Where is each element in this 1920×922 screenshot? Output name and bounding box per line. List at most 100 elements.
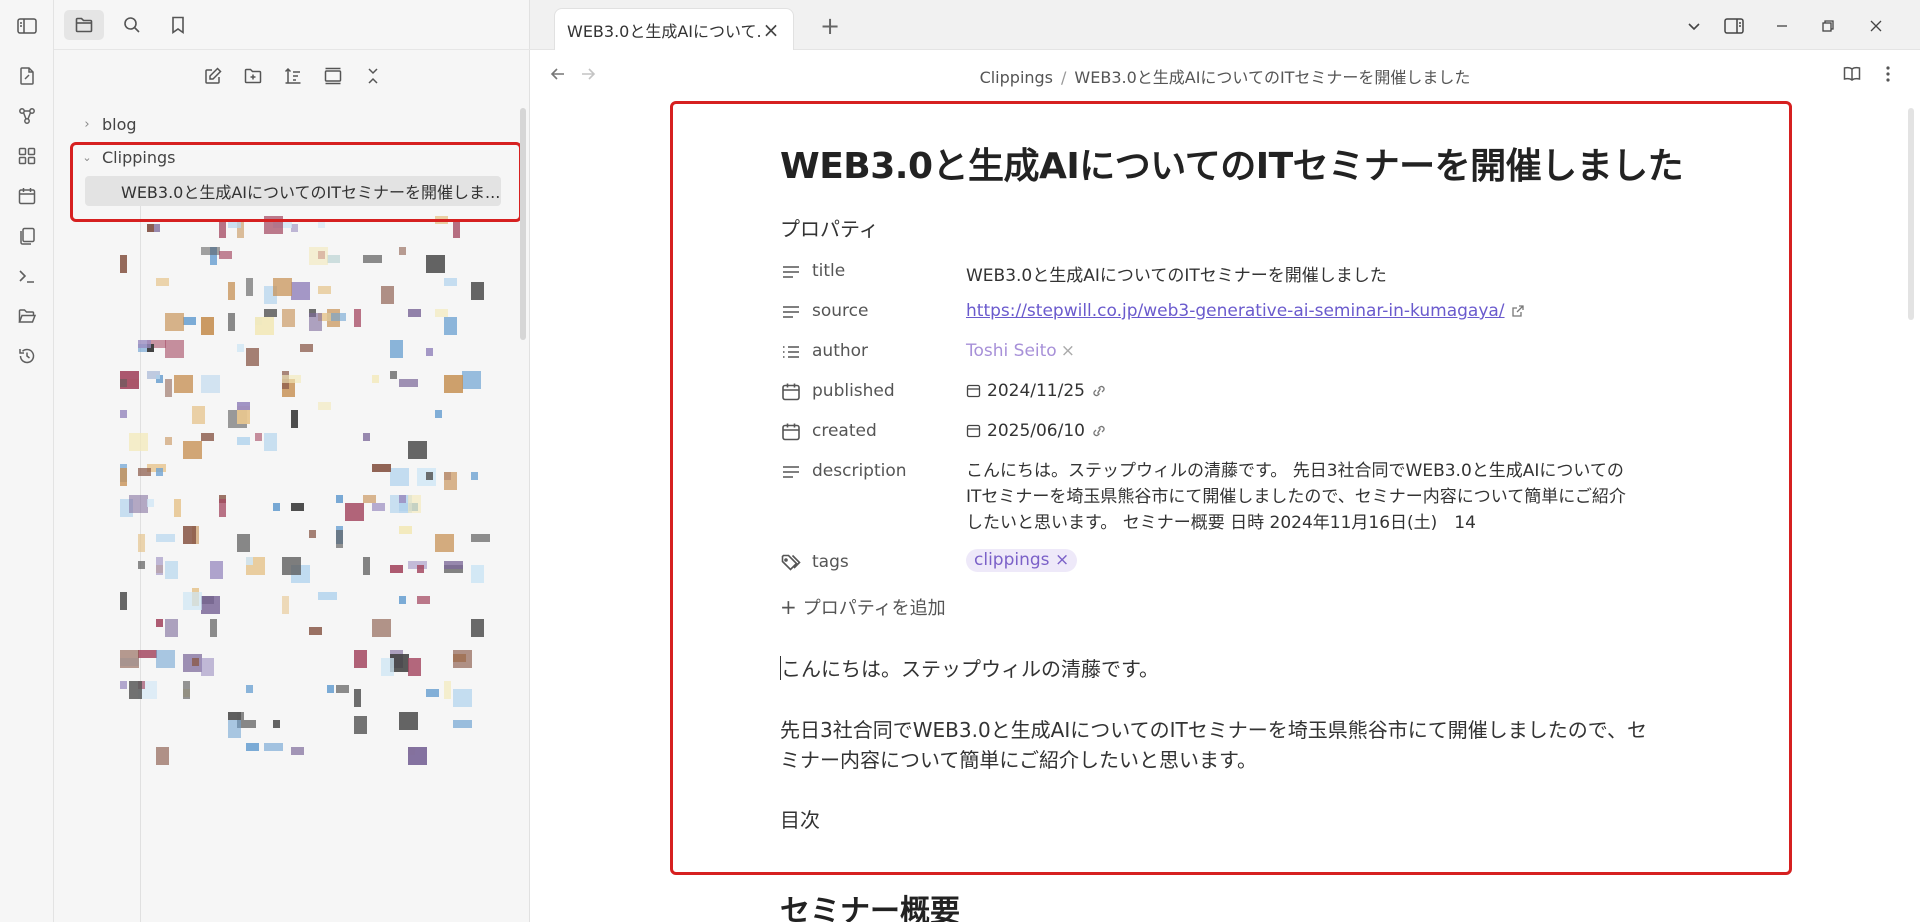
blur-pixel <box>462 371 481 389</box>
blur-pixel <box>237 344 244 352</box>
blur-pixel <box>408 495 421 513</box>
blur-pixel <box>390 340 403 358</box>
blur-pixel <box>120 681 127 689</box>
blur-pixel <box>435 534 454 552</box>
blur-pixel <box>156 650 175 668</box>
blur-pixel <box>444 375 463 393</box>
canvas-icon[interactable] <box>13 142 41 170</box>
blur-pixel <box>435 309 448 317</box>
blur-pixel <box>192 406 205 424</box>
blur-pixel <box>246 278 253 296</box>
blur-pixel <box>201 247 220 255</box>
daily-notes-icon[interactable] <box>13 182 41 210</box>
blur-pixel <box>399 596 406 604</box>
reading-view-icon[interactable] <box>1838 60 1866 88</box>
blur-pixel <box>138 340 151 348</box>
blur-pixel <box>219 220 226 238</box>
blur-pixel <box>246 557 253 565</box>
open-vault-icon[interactable] <box>13 302 41 330</box>
blur-pixel <box>435 410 442 418</box>
blur-pixel <box>408 747 427 765</box>
blur-pixel <box>120 592 127 610</box>
blur-pixel <box>471 534 490 542</box>
blur-pixel <box>264 309 277 317</box>
blur-pixel <box>381 286 394 304</box>
blur-pixel <box>282 309 295 327</box>
blur-pixel <box>273 278 292 296</box>
blur-pixel <box>246 685 253 693</box>
blur-pixel <box>327 685 334 693</box>
history-icon[interactable] <box>13 342 41 370</box>
breadcrumb-folder[interactable]: Clippings <box>980 68 1053 87</box>
blur-pixel <box>138 534 145 552</box>
blur-pixel <box>426 472 433 480</box>
section-heading[interactable]: セミナー概要 <box>780 886 960 922</box>
editor-scrollbar[interactable] <box>1908 108 1914 320</box>
blur-pixel <box>165 379 172 397</box>
new-tab-button[interactable]: + <box>816 12 844 40</box>
blur-pixel <box>147 224 154 232</box>
blur-pixel <box>174 499 181 517</box>
blur-pixel <box>291 747 304 755</box>
blur-pixel <box>453 650 472 668</box>
right-sidebar-toggle-icon[interactable] <box>1720 12 1748 40</box>
blur-pixel <box>399 247 406 255</box>
blurred-file-list <box>120 216 490 765</box>
tab-list-chevron-icon[interactable] <box>1680 12 1708 40</box>
blur-pixel <box>408 658 421 676</box>
blur-pixel <box>363 255 382 263</box>
blur-pixel <box>156 557 163 575</box>
tab-bar: WEB3.0と生成AIについて... × + <box>530 0 1920 50</box>
graph-view-icon[interactable] <box>13 102 41 130</box>
blur-pixel <box>120 468 127 486</box>
blur-pixel <box>237 402 250 410</box>
blur-pixel <box>246 743 259 751</box>
blur-pixel <box>336 495 343 503</box>
new-note-icon[interactable] <box>13 62 41 90</box>
blur-pixel <box>219 499 226 517</box>
blur-pixel <box>354 650 367 668</box>
blur-pixel <box>228 313 235 331</box>
tab-close-icon[interactable]: × <box>761 18 781 42</box>
templates-icon[interactable] <box>13 222 41 250</box>
blur-pixel <box>147 499 154 507</box>
sidebar-toggle-icon[interactable] <box>13 12 41 40</box>
blur-pixel <box>363 433 370 441</box>
blur-pixel <box>129 681 142 699</box>
blur-pixel <box>471 472 478 480</box>
highlight-box-sidebar <box>70 142 522 222</box>
blur-pixel <box>417 565 424 573</box>
breadcrumb-file[interactable]: WEB3.0と生成AIについてのITセミナーを開催しました <box>1074 68 1470 87</box>
blur-pixel <box>138 650 157 658</box>
command-palette-icon[interactable] <box>13 262 41 290</box>
tab-active-note[interactable]: WEB3.0と生成AIについて... × <box>554 8 794 50</box>
blur-pixel <box>453 220 460 238</box>
blur-pixel <box>309 313 322 331</box>
blur-pixel <box>156 534 175 542</box>
highlight-box-main <box>670 101 1792 875</box>
blur-pixel <box>390 371 397 379</box>
close-window-icon[interactable] <box>1862 12 1890 40</box>
restore-icon[interactable] <box>1814 12 1842 40</box>
blur-pixel <box>453 689 472 707</box>
blur-pixel <box>246 348 259 366</box>
blur-pixel <box>156 747 169 765</box>
blur-pixel <box>183 592 202 610</box>
blur-pixel <box>273 503 280 511</box>
blur-pixel <box>444 561 463 569</box>
blur-pixel <box>183 441 202 459</box>
blur-pixel <box>147 371 160 379</box>
blur-pixel <box>255 317 274 335</box>
blur-pixel <box>381 658 394 676</box>
blur-pixel <box>390 468 409 486</box>
more-options-icon[interactable] <box>1874 60 1902 88</box>
blur-pixel <box>318 592 337 600</box>
blur-pixel <box>183 526 196 544</box>
sidebar-scrollbar[interactable] <box>520 108 526 340</box>
blur-pixel <box>345 503 364 521</box>
minimize-icon[interactable] <box>1768 12 1796 40</box>
blur-pixel <box>282 596 289 614</box>
blur-pixel <box>291 282 310 300</box>
blur-pixel <box>156 278 169 286</box>
blur-pixel <box>120 255 127 273</box>
